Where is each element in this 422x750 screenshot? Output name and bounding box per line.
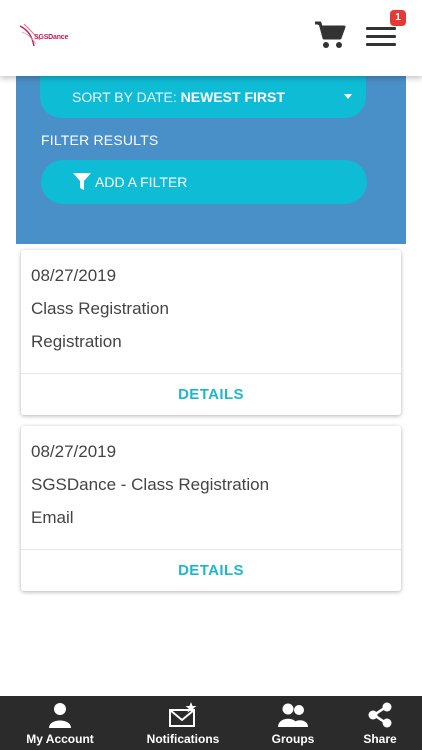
menu-icon-bar [366, 35, 396, 38]
item-title: Class Registration [31, 299, 169, 318]
sgsdance-logo[interactable]: SGSDance [18, 22, 70, 50]
cart-button[interactable] [314, 20, 346, 50]
notification-badge: 1 [390, 10, 406, 26]
filter-icon [73, 173, 91, 190]
item-date: 08/27/2019 [31, 442, 117, 461]
filter-results-label: FILTER RESULTS [41, 132, 159, 148]
share-icon [368, 702, 392, 728]
list-item: 08/27/2019 Class Registration Registrati… [21, 250, 401, 415]
sort-dropdown[interactable]: SORT BY DATE: NEWEST FIRST [40, 76, 366, 118]
menu-icon [366, 27, 396, 30]
group-icon [278, 703, 308, 727]
add-filter-button[interactable]: ADD A FILTER [41, 160, 367, 204]
nav-groups[interactable]: Groups [258, 696, 328, 750]
sort-prefix: SORT BY DATE: [72, 89, 177, 105]
nav-my-account[interactable]: My Account [14, 696, 106, 750]
nav-label: Notifications [146, 732, 220, 746]
cart-icon [315, 21, 346, 48]
nav-notifications[interactable]: Notifications [134, 696, 232, 750]
details-button[interactable]: DETAILS [21, 374, 401, 416]
bottom-nav: My Account Notifications Groups Share [0, 696, 422, 750]
menu-icon-bar [366, 43, 396, 46]
item-title: SGSDance - Class Registration [31, 475, 270, 494]
item-date: 08/27/2019 [31, 266, 117, 285]
list-item: 08/27/2019 SGSDance - Class Registration… [21, 426, 401, 591]
app-header: SGSDance 1 [0, 0, 422, 76]
user-icon [49, 703, 71, 728]
filter-panel: SORT BY DATE: NEWEST FIRST FILTER RESULT… [16, 76, 406, 244]
envelope-star-icon [169, 702, 197, 727]
sort-value: NEWEST FIRST [180, 89, 285, 105]
item-type: Registration [31, 332, 122, 351]
logo-text: SGSDance [34, 34, 69, 41]
details-button[interactable]: DETAILS [21, 550, 401, 592]
nav-label: My Account [26, 732, 94, 746]
chevron-down-icon [344, 94, 352, 99]
add-filter-label: ADD A FILTER [95, 174, 188, 190]
item-type: Email [31, 508, 74, 527]
nav-label: Groups [271, 732, 315, 746]
nav-label: Share [363, 732, 397, 746]
nav-share[interactable]: Share [350, 696, 410, 750]
menu-button[interactable] [364, 22, 398, 50]
